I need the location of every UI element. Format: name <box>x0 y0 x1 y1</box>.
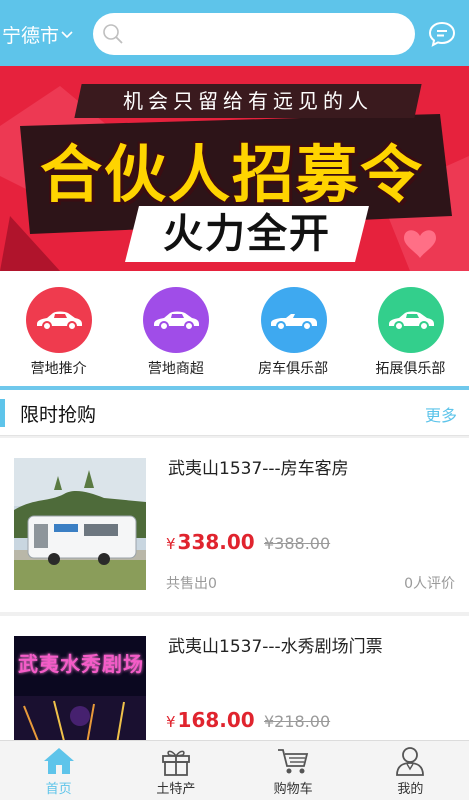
city-selector[interactable]: 宁德市 <box>2 20 73 48</box>
product-card[interactable]: 武夷水秀剧场 武夷山1537---水秀剧场门票 ¥168.00 ¥218.00 <box>0 616 469 740</box>
product-name: 武夷山1537---水秀剧场门票 <box>168 637 383 657</box>
price-value: 338.00 <box>177 530 255 554</box>
car-icon <box>154 311 200 331</box>
city-label: 宁德市 <box>2 24 60 47</box>
home-icon <box>43 748 74 774</box>
chevron-down-icon <box>61 31 73 39</box>
tab-label: 我的 <box>397 782 424 797</box>
car-icon <box>37 311 82 331</box>
user-icon <box>396 747 425 776</box>
section-title: 限时抢购 <box>20 404 97 426</box>
tab-label: 土特产 <box>156 782 196 797</box>
category-camp-market[interactable]: 营地商超 <box>117 271 234 386</box>
product-image-show: 武夷水秀剧场 <box>14 636 146 740</box>
category-label: 拓展俱乐部 <box>375 361 446 377</box>
search-icon <box>103 24 123 44</box>
tab-label: 首页 <box>45 782 72 797</box>
more-link[interactable]: 更多 <box>425 402 457 426</box>
category-outdoor-club[interactable]: 拓展俱乐部 <box>352 271 469 386</box>
category-grid: 营地推介 营地商超 房车俱乐部 拓展俱乐部 <box>0 271 469 386</box>
theater-sign-text: 武夷水秀剧场 <box>18 652 144 676</box>
product-review-count: 0人评价 <box>404 576 455 592</box>
price-value: 168.00 <box>177 708 255 732</box>
rv-photo <box>14 458 146 590</box>
cart-icon <box>278 749 309 774</box>
category-circle <box>260 287 327 353</box>
tab-profile[interactable]: 我的 <box>352 741 469 800</box>
product-price: ¥338.00 <box>166 530 255 554</box>
category-circle <box>143 287 210 353</box>
currency-symbol: ¥ <box>166 535 176 553</box>
gift-icon <box>161 750 190 776</box>
chat-bubble-icon[interactable] <box>428 20 456 48</box>
banner-tagline: 机会只留给有远见的人 <box>123 89 373 113</box>
tab-local-specialty[interactable]: 土特产 <box>117 741 234 800</box>
product-price: ¥168.00 <box>166 708 255 732</box>
category-label: 房车俱乐部 <box>258 361 329 377</box>
flash-sale-header: 限时抢购 更多 <box>0 390 469 436</box>
product-card[interactable]: 武夷山1537---房车客房 ¥338.00 ¥388.00 共售出0 0人评价 <box>0 438 469 612</box>
bottom-tab-bar: 首页 土特产 购物车 我的 <box>0 740 469 800</box>
product-name: 武夷山1537---房车客房 <box>168 459 349 479</box>
convertible-car-icon <box>270 314 317 331</box>
product-image-rv <box>14 458 146 590</box>
category-rv-club[interactable]: 房车俱乐部 <box>235 271 352 386</box>
banner-headline: 合伙人招募令 <box>40 138 425 211</box>
tab-label: 购物车 <box>273 782 313 797</box>
product-old-price: ¥218.00 <box>264 712 331 731</box>
section-accent-bar <box>0 399 5 427</box>
banner-tagline-box: 机会只留给有远见的人 <box>74 84 422 118</box>
category-label: 营地商超 <box>147 361 204 377</box>
tab-cart[interactable]: 购物车 <box>235 741 352 800</box>
top-header: 宁德市 <box>0 0 469 66</box>
promo-banner[interactable]: 机会只留给有远见的人 合伙人招募令 火力全开 <box>0 66 469 271</box>
category-camp-recommend[interactable]: 营地推介 <box>0 271 117 386</box>
product-sold-count: 共售出0 <box>166 576 217 592</box>
banner-subline: 火力全开 <box>163 211 331 257</box>
product-old-price: ¥388.00 <box>264 534 331 553</box>
category-label: 营地推介 <box>30 361 87 377</box>
category-circle <box>26 287 92 353</box>
app-root: 宁德市 机会只留给有远见的人 合伙人招募令 火力全开 营地推介 营地商超 房车俱… <box>0 0 469 800</box>
tab-home[interactable]: 首页 <box>0 741 117 800</box>
banner-subline-box: 火力全开 <box>125 206 369 262</box>
currency-symbol: ¥ <box>166 713 176 731</box>
car-icon <box>388 311 434 331</box>
search-input[interactable] <box>93 13 415 55</box>
category-circle <box>377 287 444 353</box>
